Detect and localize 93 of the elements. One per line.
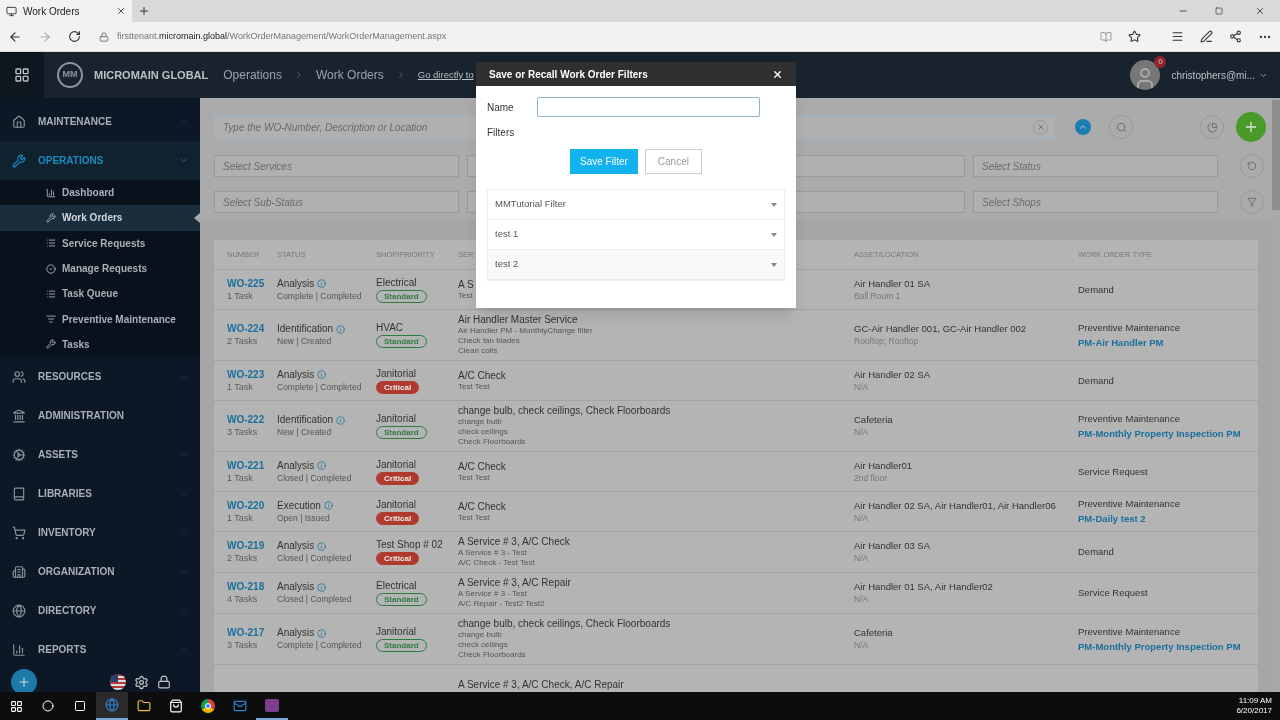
shop-name: Janitorial	[376, 626, 417, 638]
status-text: Analysis	[277, 368, 315, 381]
status-detail: Complete | Completed	[277, 289, 362, 302]
service-line: Test Test	[458, 381, 490, 392]
service-line: change bulb	[458, 417, 502, 427]
status-text: Analysis	[277, 459, 315, 472]
brand-name: MICROMAIN GLOBAL	[94, 67, 209, 83]
service-line: Check Floorboards	[458, 650, 526, 660]
priority-badge: Critical	[376, 471, 420, 485]
task-count: 3 Tasks	[227, 426, 258, 438]
service-line: Test Test	[458, 512, 490, 523]
work-order-type: Preventive Maintenance	[1078, 498, 1180, 510]
shop-name: HVAC	[376, 322, 404, 334]
service-line: check ceilings	[458, 427, 508, 437]
status-text: Analysis	[277, 277, 315, 290]
work-order-type: Service Request	[1078, 465, 1148, 478]
service-line: Test Test	[458, 472, 490, 483]
service-line: A/C Check - Test Test	[458, 558, 535, 568]
shop-name: Test Shop # 02	[376, 539, 443, 551]
asset-name: Air Handler 03 SA	[854, 540, 931, 552]
shop-name: Janitorial	[376, 458, 417, 471]
service-line: A Service # 3 - Test	[458, 589, 527, 599]
service-line: check ceilings	[458, 640, 508, 650]
task-count: 1 Task	[227, 511, 253, 524]
clock-time: 11:09 AM	[1238, 696, 1272, 706]
task-count: 2 Tasks	[227, 552, 258, 564]
work-order-type: Preventive Maintenance	[1078, 625, 1180, 638]
asset-name: Air Handler 02 SA, Air Handler01, Air Handler06	[854, 499, 1056, 512]
asset-name: GC-Air Handler 001, GC-Air Handler 002	[854, 323, 1027, 335]
shop-name: Janitorial	[376, 498, 417, 511]
task-count: 1 Task	[227, 471, 253, 484]
service-title: A Service # 3, A/C Check	[458, 536, 570, 548]
task-count: 2 Tasks	[227, 335, 258, 347]
asset-name: Air Handler 01 SA	[854, 277, 931, 290]
status-text: Identification	[277, 323, 334, 335]
status-detail: Closed | Completed	[277, 593, 352, 605]
service-line: change bulb	[458, 630, 502, 640]
priority-badge: Critical	[376, 380, 420, 394]
service-title: A Service # 3, A/C Repair	[458, 577, 571, 589]
service-line: Air Handler PM - MonthlyChange filter	[458, 326, 593, 336]
work-order-type: Preventive Maintenance	[1078, 412, 1180, 425]
dialog-header: Save or Recall Work Order Filters	[476, 62, 796, 86]
filters-label: Filters	[487, 126, 515, 140]
service-title: A Service # 3, A/C Check, A/C Repair	[458, 678, 624, 691]
notification-badge: 0	[1154, 56, 1167, 68]
status-text: Analysis	[277, 540, 315, 552]
work-order-type: Demand	[1078, 546, 1114, 558]
service-line: Check fan blades	[458, 336, 520, 346]
task-count: 1 Task	[227, 380, 253, 393]
service-line: A/C Repair - Test2 Test2	[458, 599, 545, 609]
service-title: change bulb, check ceilings, Check Floorboards	[458, 618, 671, 630]
status-text: Execution	[277, 499, 321, 512]
logo: MM	[57, 62, 83, 88]
service-title: A/C Check	[458, 369, 506, 382]
work-order-type: Demand	[1078, 283, 1114, 296]
service-line: Clean coils	[458, 346, 498, 356]
asset-name: Cafeteria	[854, 627, 893, 639]
status-text: Analysis	[277, 581, 315, 593]
work-order-type: Preventive Maintenance	[1078, 321, 1180, 334]
service-title: change bulb, check ceilings, Check Floorboards	[458, 405, 671, 417]
task-count: 1 Task	[227, 289, 253, 302]
asset-name: Air Handler 02 SA	[854, 368, 931, 381]
status-detail: New | Created	[277, 426, 332, 438]
status-detail: Open | Issued	[277, 511, 330, 524]
name-label: Name	[487, 100, 515, 115]
shop-name: Electrical	[376, 580, 417, 592]
shop-name: Janitorial	[376, 413, 417, 425]
service-title: A/C Check	[458, 500, 506, 513]
priority-badge: Critical	[376, 511, 420, 525]
service-line: Test	[458, 290, 473, 301]
work-order-type: Service Request	[1078, 587, 1148, 599]
service-line: Check Floorboards	[458, 437, 526, 447]
service-title: A S	[458, 278, 474, 291]
task-count: 4 Tasks	[227, 593, 258, 605]
service-title: A/C Check	[458, 460, 506, 473]
clock-date: 6/20/2017	[1236, 706, 1272, 716]
asset-name: Cafeteria	[854, 414, 893, 426]
status-text: Identification	[277, 414, 334, 426]
status-detail: Closed | Completed	[277, 552, 352, 564]
shop-name: Janitorial	[376, 367, 417, 380]
work-order-type: Demand	[1078, 374, 1114, 387]
service-title: Air Handler Master Service	[458, 314, 578, 326]
status-detail: Closed | Completed	[277, 471, 352, 484]
status-detail: New | Created	[277, 335, 332, 347]
status-detail: Complete | Completed	[277, 639, 362, 651]
task-count: 3 Tasks	[227, 639, 258, 651]
status-detail: Complete | Completed	[277, 380, 362, 393]
service-line: A Service # 3 - Test	[458, 548, 527, 558]
shop-name: Electrical	[376, 276, 417, 289]
asset-name: Air Handler01	[854, 459, 913, 472]
asset-name: Air Handler 01 SA, Air Handler02	[854, 581, 993, 593]
priority-badge: Critical	[376, 552, 420, 565]
status-text: Analysis	[277, 627, 315, 639]
